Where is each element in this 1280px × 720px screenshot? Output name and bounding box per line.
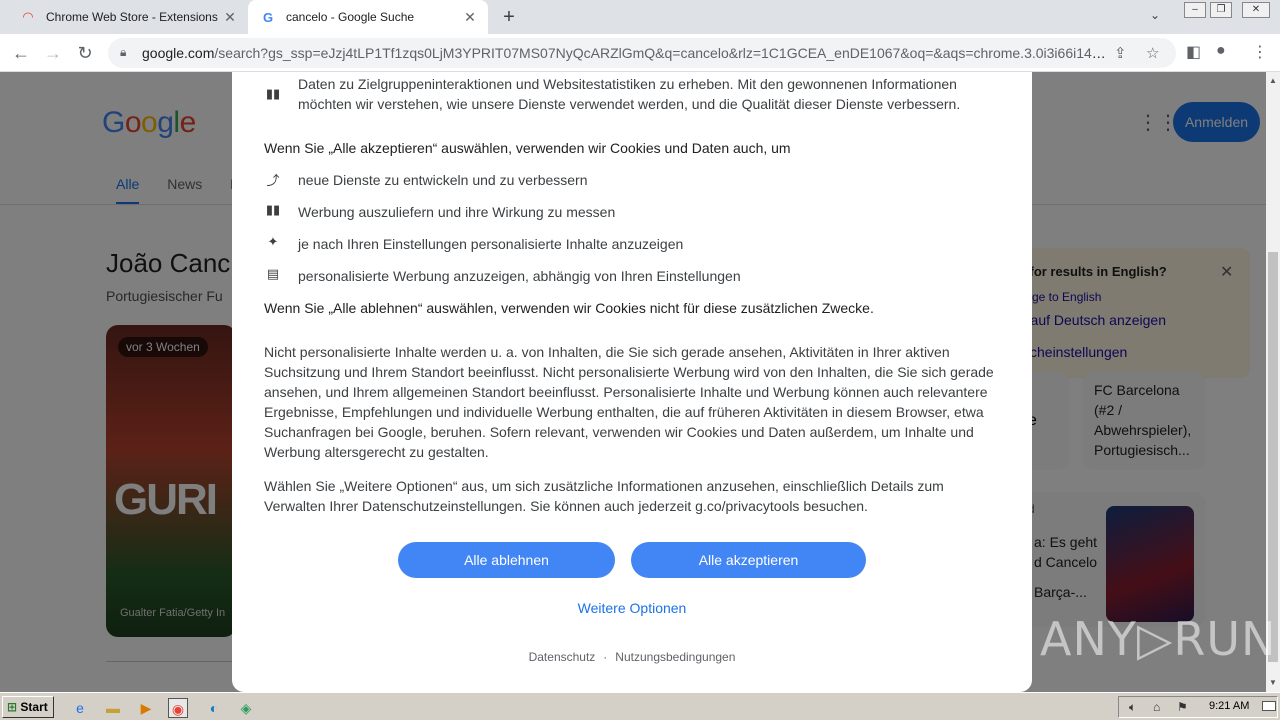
chevron-down-icon[interactable]: ⌄ — [1150, 8, 1160, 22]
consent-text: Daten zu Zielgruppeninteraktionen und We… — [298, 76, 957, 92]
app-icon[interactable]: ◈ — [236, 698, 256, 718]
consent-item: je nach Ihren Einstellungen personalisie… — [298, 236, 684, 252]
anyrun-watermark: ANY▷RUN — [1040, 612, 1277, 666]
consent-item: personalisierte Werbung anzuzeigen, abhä… — [298, 268, 741, 284]
window-close-button[interactable]: ✕ — [1242, 2, 1270, 18]
bar-chart-icon: ▮▮ — [265, 86, 281, 101]
sparkle-icon: ✦ — [267, 234, 279, 249]
new-tab-button[interactable]: + — [498, 6, 520, 28]
ad-icon: ▤ — [266, 266, 280, 281]
start-button[interactable]: ⊞ Start — [2, 696, 54, 718]
tab-title: cancelo - Google Suche — [286, 10, 415, 24]
edge-icon[interactable]: ◐ — [204, 698, 224, 718]
consent-text: möchten wir verstehen, wie unsere Dienst… — [298, 96, 961, 112]
clock: 9:21 AM — [1209, 700, 1250, 712]
windows-logo-icon: ⊞ — [7, 700, 18, 714]
terms-link[interactable]: Nutzungsbedingungen — [615, 650, 735, 664]
chrome-web-store-icon: ◠ — [23, 9, 33, 24]
tab-title: Chrome Web Store - Extensions — [46, 10, 218, 24]
bookmark-star-icon[interactable]: ☆ — [1146, 44, 1159, 62]
lock-icon[interactable]: 🔒︎ — [120, 45, 126, 60]
more-options-link[interactable]: Weitere Optionen — [232, 600, 1032, 616]
media-player-icon[interactable]: ▶ — [136, 698, 156, 718]
scroll-up-icon[interactable]: ▲ — [1269, 76, 1277, 85]
minimize-button[interactable]: – — [1184, 2, 1206, 18]
folder-icon[interactable]: ▬ — [103, 698, 123, 718]
profile-avatar-icon[interactable]: ● — [1216, 42, 1226, 60]
trending-icon: ⤴ — [266, 173, 280, 188]
restore-button[interactable]: ❐ — [1210, 2, 1232, 18]
page-scrollbar[interactable]: ▲ ▼ — [1266, 72, 1280, 692]
browser-toolbar: ← → ↻ 🔒︎ google.com/search?gs_ssp=eJzj4t… — [0, 34, 1280, 72]
accept-heading: Wenn Sie „Alle akzeptieren“ auswählen, v… — [264, 140, 791, 156]
cookie-consent-dialog: ▮▮ Daten zu Zielgruppeninteraktionen und… — [232, 72, 1032, 692]
privacy-link[interactable]: Datenschutz — [529, 650, 596, 664]
network-icon[interactable]: ⌂ — [1153, 700, 1160, 714]
windows-taskbar: ⊞ Start e ▬ ▶ ◉ ◐ ◈ 🔈︎ ⌂ ⚑ 9:21 AM — [0, 692, 1280, 720]
google-g-icon: G — [262, 9, 274, 25]
tab-chrome-web-store[interactable]: ◠ Chrome Web Store - Extensions ✕ — [8, 0, 248, 34]
back-arrow-icon[interactable]: ← — [10, 42, 32, 64]
reject-heading: Wenn Sie „Alle ablehnen“ auswählen, verw… — [264, 300, 874, 316]
close-icon[interactable]: ✕ — [220, 9, 240, 26]
tab-google-search[interactable]: G cancelo - Google Suche ✕ — [248, 0, 488, 34]
internet-explorer-icon[interactable]: e — [70, 698, 90, 718]
show-desktop-icon[interactable] — [1262, 701, 1276, 711]
consent-paragraph: Wählen Sie „Weitere Optionen“ aus, um si… — [264, 478, 944, 514]
bar-chart-icon: ▮▮ — [265, 202, 281, 217]
consent-footer: Datenschutz · Nutzungsbedingungen — [528, 650, 736, 664]
reload-icon[interactable]: ↻ — [74, 42, 96, 64]
reject-all-button[interactable]: Alle ablehnen — [398, 542, 615, 578]
share-icon[interactable]: ⇪ — [1114, 44, 1127, 62]
tab-strip: ◠ Chrome Web Store - Extensions ✕ G canc… — [0, 0, 1280, 34]
forward-arrow-icon[interactable]: → — [42, 42, 64, 64]
address-bar[interactable]: 🔒︎ google.com/search?gs_ssp=eJzj4tLP1Tf1… — [108, 38, 1176, 68]
system-tray: 🔈︎ ⌂ ⚑ 9:21 AM — [1118, 696, 1278, 718]
volume-icon[interactable]: 🔈︎ — [1129, 700, 1136, 715]
side-panel-icon[interactable]: ◧ — [1186, 42, 1201, 62]
scroll-down-icon[interactable]: ▼ — [1269, 678, 1277, 687]
chrome-icon[interactable]: ◉ — [168, 698, 188, 718]
consent-item: Werbung auszuliefern und ihre Wirkung zu… — [298, 204, 616, 220]
consent-paragraph: Nicht personalisierte Inhalte werden u. … — [264, 344, 994, 460]
close-icon[interactable]: ✕ — [460, 9, 480, 26]
scrollbar-thumb[interactable] — [1268, 252, 1278, 662]
consent-item: neue Dienste zu entwickeln und zu verbes… — [298, 172, 588, 188]
menu-kebab-icon[interactable]: ⋮ — [1252, 42, 1268, 62]
accept-all-button[interactable]: Alle akzeptieren — [631, 542, 866, 578]
flag-icon[interactable]: ⚑ — [1177, 700, 1188, 714]
url-text[interactable]: google.com/search?gs_ssp=eJzj4tLP1Tf1zqs… — [142, 45, 1108, 61]
